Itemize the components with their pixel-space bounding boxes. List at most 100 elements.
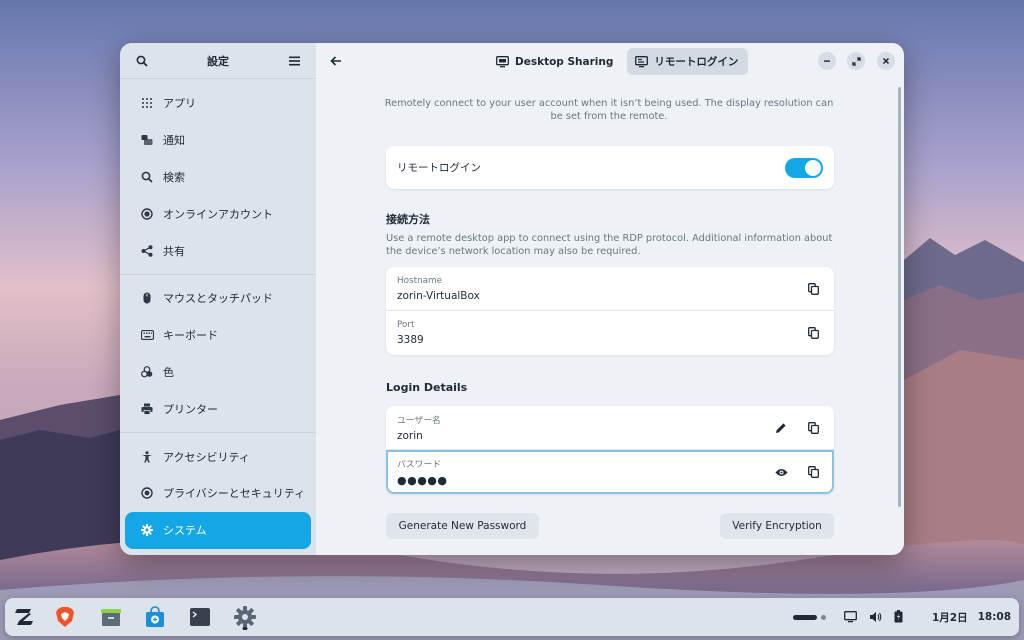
sidebar-list: アプリ 通知 検索 オンラインアカウント 共有 マウスとタッチパッド キーボード…: [120, 79, 316, 549]
sidebar-item-online-accounts[interactable]: オンラインアカウント: [125, 195, 311, 232]
sidebar-item-accessibility[interactable]: アクセシビリティ: [125, 438, 311, 475]
back-button[interactable]: [326, 51, 346, 71]
sidebar-item-label: 通知: [163, 134, 185, 148]
close-icon: [882, 57, 890, 65]
settings-icon: [234, 606, 256, 628]
port-label: Port: [397, 320, 415, 330]
software-store-button[interactable]: [140, 603, 170, 631]
sidebar-item-label: 色: [163, 365, 174, 379]
gear-icon: [140, 523, 154, 537]
port-value: 3389: [397, 334, 424, 346]
page-description: Remotely connect to your user account wh…: [384, 98, 834, 122]
printer-icon: [140, 402, 154, 416]
copy-icon: [807, 466, 819, 478]
maximize-button[interactable]: [847, 52, 865, 70]
arrow-left-icon: [330, 56, 341, 66]
sidebar-item-notifications[interactable]: 通知: [125, 122, 311, 159]
remote-login-page: Remotely connect to your user account wh…: [384, 97, 834, 539]
tab-label: Desktop Sharing: [515, 55, 614, 68]
settings-app-button[interactable]: [230, 603, 260, 631]
apps-grid-icon: [140, 96, 154, 110]
workspace-dot: [821, 614, 826, 620]
copy-username-button[interactable]: [803, 418, 823, 438]
files-button[interactable]: [96, 603, 126, 631]
generate-password-button[interactable]: Generate New Password: [386, 513, 539, 539]
sidebar-item-color[interactable]: 色: [125, 354, 311, 391]
show-password-button[interactable]: [771, 462, 791, 482]
color-icon: [140, 365, 154, 379]
hostname-row: Hostname zorin-VirtualBox: [386, 267, 834, 311]
scrollbar[interactable]: [898, 87, 901, 507]
zorin-menu-icon: [15, 609, 33, 625]
sidebar-item-label: プリンター: [163, 402, 218, 416]
pencil-icon: [776, 422, 786, 433]
battery-icon: [894, 609, 903, 622]
copy-hostname-button[interactable]: [803, 279, 823, 299]
privacy-icon: [140, 486, 154, 500]
copy-icon: [807, 327, 819, 339]
eye-icon: [775, 468, 787, 476]
taskbar: 1月2日 18:08: [5, 598, 1019, 636]
sidebar-item-privacy-security[interactable]: プライバシーとセキュリティ: [125, 475, 311, 512]
sidebar-item-system[interactable]: システム: [125, 511, 311, 549]
brave-browser-icon: [56, 607, 74, 627]
sidebar-item-label: プライバシーとセキュリティ: [163, 487, 306, 501]
remote-login-label: リモートログイン: [397, 162, 481, 174]
remote-login-toggle[interactable]: [785, 157, 823, 178]
copy-port-button[interactable]: [803, 323, 823, 343]
edit-username-button[interactable]: [771, 418, 791, 438]
connection-section-title: 接続方法: [386, 213, 430, 226]
verify-encryption-button[interactable]: Verify Encryption: [720, 513, 834, 539]
online-accounts-icon: [140, 207, 154, 221]
sidebar-item-label: オンラインアカウント: [163, 207, 273, 221]
workspace-switcher[interactable]: [793, 614, 826, 620]
workspace-active-indicator: [793, 614, 817, 620]
connection-section-description: Use a remote desktop app to connect usin…: [386, 233, 833, 257]
connection-list: Hostname zorin-VirtualBox Port 3389: [386, 267, 834, 355]
clock[interactable]: 1月2日 18:08: [932, 598, 1011, 636]
copy-icon: [807, 282, 819, 295]
toggle-knob: [805, 159, 821, 176]
sidebar-item-apps[interactable]: アプリ: [125, 85, 311, 122]
screen-sharing-indicator[interactable]: [844, 608, 857, 627]
sidebar-item-label: システム: [163, 524, 207, 538]
sidebar-item-label: アプリ: [163, 97, 196, 111]
remote-login-row: リモートログイン: [386, 146, 834, 189]
desktop-sharing-icon: [496, 55, 510, 69]
clock-time: 18:08: [977, 611, 1012, 623]
minimize-button[interactable]: [818, 52, 836, 70]
sidebar-item-label: 検索: [163, 170, 185, 184]
tab-desktop-sharing[interactable]: Desktop Sharing: [488, 48, 623, 75]
tab-remote-login[interactable]: リモートログイン: [627, 48, 749, 75]
username-label: ユーザー名: [397, 416, 441, 426]
zorin-menu-button[interactable]: [9, 603, 39, 631]
mouse-icon: [140, 291, 154, 305]
main-panel: Desktop Sharing リモートログイン Remotely connec…: [316, 43, 904, 555]
software-store-icon: [146, 606, 164, 627]
sidebar-item-label: マウスとタッチパッド: [163, 292, 273, 306]
sidebar-item-sharing[interactable]: 共有: [125, 232, 311, 269]
sidebar-item-printers[interactable]: プリンター: [125, 390, 311, 427]
sidebar-item-keyboard[interactable]: キーボード: [125, 317, 311, 354]
tab-bar: Desktop Sharing リモートログイン: [488, 48, 749, 75]
password-row[interactable]: パスワード ●●●●●: [386, 450, 834, 494]
volume-button[interactable]: [869, 608, 882, 627]
search-button[interactable]: [132, 51, 152, 71]
terminal-button[interactable]: [185, 603, 215, 631]
sidebar-header: 設定: [120, 43, 316, 79]
hostname-value: zorin-VirtualBox: [397, 289, 480, 302]
username-value: zorin: [397, 430, 423, 442]
battery-indicator[interactable]: [894, 608, 903, 627]
remote-login-icon: [635, 55, 649, 69]
sidebar-item-mouse-touchpad[interactable]: マウスとタッチパッド: [125, 280, 311, 317]
clock-date: 1月2日: [932, 611, 968, 624]
system-tray: [793, 598, 903, 636]
copy-password-button[interactable]: [803, 462, 823, 482]
tab-label: リモートログイン: [654, 56, 739, 68]
hostname-label: Hostname: [397, 275, 442, 286]
menu-button[interactable]: [284, 51, 304, 71]
sidebar-item-search[interactable]: 検索: [125, 159, 311, 196]
sidebar-item-label: キーボード: [163, 329, 218, 343]
close-button[interactable]: [877, 52, 895, 70]
brave-browser-button[interactable]: [50, 603, 80, 631]
